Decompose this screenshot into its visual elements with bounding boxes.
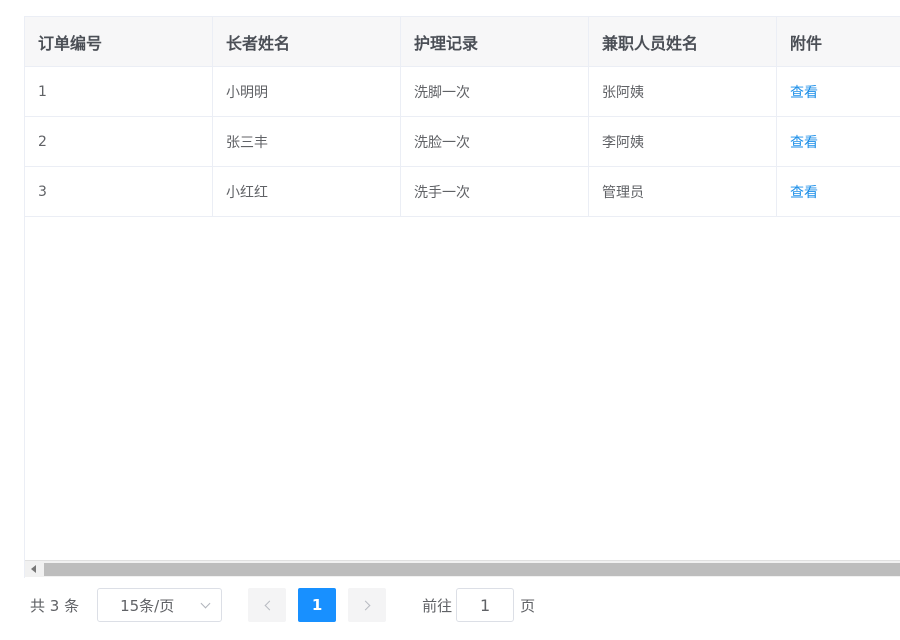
column-header-care-record[interactable]: 护理记录 [401,17,589,66]
chevron-right-icon [360,600,371,610]
cell-staff-name: 管理员 [589,167,777,216]
goto-page-input[interactable] [456,588,515,622]
page-number-button[interactable]: 1 [298,588,337,622]
table-row: 3 小红红 洗手一次 管理员 查看 [25,167,900,217]
column-header-order-no[interactable]: 订单编号 [25,17,213,66]
view-attachment-link[interactable]: 查看 [790,182,818,202]
chevron-left-icon [264,600,275,610]
total-count: 共 3 条 [30,596,80,615]
goto-label: 前往 [422,596,453,615]
cell-elder-name: 小明明 [213,67,401,116]
cell-staff-name: 李阿姨 [589,117,777,166]
view-attachment-link[interactable]: 查看 [790,132,818,152]
prev-page-button[interactable] [248,588,287,622]
next-page-button[interactable] [348,588,387,622]
cell-attachment: 查看 [777,167,900,216]
horizontal-scrollbar[interactable] [25,560,900,577]
page-unit-label: 页 [520,596,536,615]
table-row: 1 小明明 洗脚一次 张阿姨 查看 [25,67,900,117]
view-attachment-link[interactable]: 查看 [790,82,818,102]
cell-order-no: 2 [25,117,213,166]
scroll-left-arrow-icon[interactable] [25,561,42,577]
cell-attachment: 查看 [777,117,900,166]
cell-elder-name: 张三丰 [213,117,401,166]
scrollbar-thumb[interactable] [44,563,900,576]
page-size-select[interactable]: 15条/页 [97,588,223,622]
cell-elder-name: 小红红 [213,167,401,216]
pagination: 共 3 条 15条/页 1 前往 页 [30,588,535,622]
data-table: 订单编号 长者姓名 护理记录 兼职人员姓名 附件 1 小明明 洗脚一次 张阿姨 … [24,16,900,578]
chevron-down-icon [200,598,211,608]
column-header-attachment[interactable]: 附件 [777,17,900,66]
table-row: 2 张三丰 洗脸一次 李阿姨 查看 [25,117,900,167]
column-header-staff-name[interactable]: 兼职人员姓名 [589,17,777,66]
cell-care-record: 洗脸一次 [401,117,589,166]
cell-order-no: 1 [25,67,213,116]
cell-care-record: 洗手一次 [401,167,589,216]
cell-staff-name: 张阿姨 [589,67,777,116]
table-header-row: 订单编号 长者姓名 护理记录 兼职人员姓名 附件 [25,17,900,67]
column-header-elder-name[interactable]: 长者姓名 [213,17,401,66]
cell-attachment: 查看 [777,67,900,116]
page-size-value: 15条/页 [120,596,175,615]
cell-order-no: 3 [25,167,213,216]
cell-care-record: 洗脚一次 [401,67,589,116]
